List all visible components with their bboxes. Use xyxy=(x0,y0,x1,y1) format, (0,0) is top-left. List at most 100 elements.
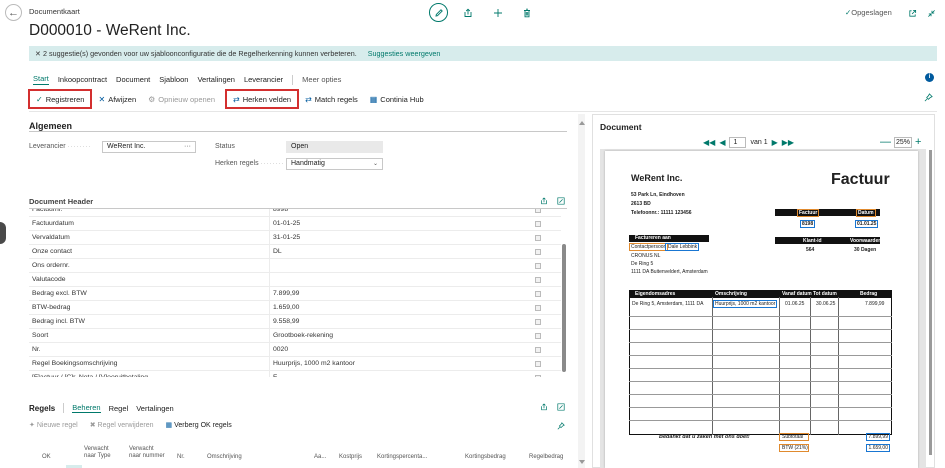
field-checkbox[interactable] xyxy=(535,249,541,255)
share-icon[interactable] xyxy=(540,197,548,205)
column-description[interactable]: Omschrijving xyxy=(207,454,242,460)
field-checkbox[interactable] xyxy=(535,333,541,339)
document-header-field-value[interactable]: 1.659,00 xyxy=(273,301,299,315)
show-suggestions-link[interactable]: Suggesties weergeven xyxy=(368,49,441,58)
share-button[interactable] xyxy=(462,5,474,21)
recognize-fields-button[interactable]: ⇄ Herken velden xyxy=(225,89,300,109)
reopen-button[interactable]: ⚙ Opnieuw openen xyxy=(142,89,221,109)
document-scrollbar[interactable] xyxy=(929,150,932,455)
document-header-field-value[interactable]: 31-01-25 xyxy=(273,231,300,245)
previous-page-icon[interactable]: ◀ xyxy=(719,138,725,147)
register-button[interactable]: ✓ Registreren xyxy=(28,89,93,109)
zoom-level[interactable]: 25% xyxy=(894,136,912,148)
field-checkbox[interactable] xyxy=(535,221,541,227)
lines-pin-icon[interactable] xyxy=(557,422,565,430)
document-header-row: Regel Boekingsomschrijving Huurprijs, 100… xyxy=(29,357,561,371)
vendor-field[interactable]: WeRent Inc. ··· xyxy=(102,141,196,153)
document-header-field-value[interactable]: DL xyxy=(273,245,282,259)
general-section-title[interactable]: Algemeen xyxy=(29,121,72,131)
field-checkbox[interactable] xyxy=(535,305,541,311)
info-icon[interactable]: i xyxy=(925,73,934,82)
field-checkbox[interactable] xyxy=(535,235,541,241)
zoom-in-icon[interactable]: + xyxy=(915,136,921,148)
tab-leverancier[interactable]: Leverancier xyxy=(244,75,283,84)
first-page-icon[interactable]: ◀◀ xyxy=(703,138,715,147)
last-page-icon[interactable]: ▶▶ xyxy=(782,138,794,147)
continia-hub-button[interactable]: ▦ Continia Hub xyxy=(364,89,430,109)
delete-line-button[interactable]: ✖ Regel verwijderen xyxy=(90,421,154,429)
open-new-window-button[interactable] xyxy=(906,5,918,21)
lines-share-icon[interactable] xyxy=(540,403,548,411)
side-panel-handle[interactable] xyxy=(0,222,6,244)
column-line-amount[interactable]: Regelbedrag xyxy=(529,454,563,460)
column-expected-type[interactable]: Verwacht naar Type xyxy=(84,446,122,460)
breadcrumb: Documentkaart xyxy=(29,7,80,16)
document-header-field-value[interactable]: Grootboek-rekening xyxy=(273,329,333,343)
zoom-out-icon[interactable]: — xyxy=(880,136,891,148)
match-lines-button[interactable]: ⇄ Match regels xyxy=(299,89,364,109)
tab-inkoopcontract[interactable]: Inkoopcontract xyxy=(58,75,107,84)
new-button[interactable] xyxy=(492,5,504,21)
page-input[interactable]: 1 xyxy=(729,137,747,148)
field-checkbox[interactable] xyxy=(535,263,541,269)
back-button[interactable]: ← xyxy=(5,4,22,21)
tab-document[interactable]: Document xyxy=(116,75,150,84)
document-header-field-label: Bedrag excl. BTW xyxy=(32,290,87,297)
document-header-row: Vervaldatum 31-01-25 xyxy=(29,231,561,245)
document-header-field-value[interactable]: 8998 xyxy=(273,209,288,217)
invoice-heading: Factuur xyxy=(831,171,890,188)
document-header-scrollbar[interactable] xyxy=(562,244,566,372)
document-header-field-value[interactable]: 7.899,99 xyxy=(273,287,299,301)
edit-button[interactable] xyxy=(429,3,448,22)
invoice-customer-line3: 1111 DA Buitenveldert, Amsterdam xyxy=(631,269,708,275)
expand-icon[interactable] xyxy=(557,197,565,205)
trash-icon xyxy=(524,8,530,18)
field-checkbox[interactable] xyxy=(535,291,541,297)
open-new-window-icon xyxy=(908,9,916,17)
document-header-row: Valutacode xyxy=(29,273,561,287)
field-checkbox[interactable] xyxy=(535,347,541,353)
field-checkbox[interactable] xyxy=(535,375,541,377)
lines-tab-translations[interactable]: Vertalingen xyxy=(136,404,174,413)
document-header-row: Soort Grootboek-rekening xyxy=(29,329,561,343)
column-discount-amount[interactable]: Kortingsbedrag xyxy=(465,454,506,460)
lookup-icon[interactable]: ··· xyxy=(184,142,191,152)
field-checkbox[interactable] xyxy=(535,209,541,213)
tab-vertalingen[interactable]: Vertalingen xyxy=(197,75,235,84)
column-quantity[interactable]: Aa... xyxy=(314,454,326,460)
tab-sjabloon[interactable]: Sjabloon xyxy=(159,75,188,84)
column-nr[interactable]: Nr. xyxy=(177,454,185,460)
pin-icon[interactable] xyxy=(924,93,933,102)
pane-splitter[interactable] xyxy=(578,114,585,468)
collapse-button[interactable] xyxy=(925,5,937,21)
field-checkbox[interactable] xyxy=(535,319,541,325)
document-header-field-value[interactable]: 9.558,99 xyxy=(273,315,299,329)
lines-expand-icon[interactable] xyxy=(557,403,565,411)
register-label: Registreren xyxy=(45,94,85,104)
field-checkbox[interactable] xyxy=(535,361,541,367)
column-discount-percent[interactable]: Kortingspercenta... xyxy=(377,454,427,460)
close-notification-icon[interactable]: ✕ xyxy=(35,49,41,58)
column-ok[interactable]: OK xyxy=(42,454,51,460)
document-header-field-value[interactable]: 01-01-25 xyxy=(273,217,300,231)
invoice-thanks: Bedankt dat u zaken met ons doet! xyxy=(659,434,750,440)
document-header-field-value[interactable]: Huurprijs, 1000 m2 kantoor xyxy=(273,357,355,371)
lines-tab-manage[interactable]: Beheren xyxy=(72,403,101,413)
tab-more-options[interactable]: Meer opties xyxy=(302,75,341,84)
lines-tab-line[interactable]: Regel xyxy=(109,404,129,413)
tab-start[interactable]: Start xyxy=(33,74,49,85)
delete-button[interactable] xyxy=(521,5,533,21)
check-icon: ✓ xyxy=(36,94,43,104)
invoice-row-to: 30.06.25 xyxy=(816,301,836,307)
document-header-field-value[interactable]: F xyxy=(273,371,277,377)
continia-hub-label: Continia Hub xyxy=(380,94,424,104)
column-expected-number[interactable]: Verwacht naar nummer xyxy=(129,446,165,460)
new-line-button[interactable]: ✦ Nieuwe regel xyxy=(29,421,78,429)
next-page-icon[interactable]: ▶ xyxy=(772,138,778,147)
hide-ok-lines-button[interactable]: ▦ Verberg OK regels xyxy=(166,421,232,429)
recognize-lines-select[interactable]: Handmatig ⌄ xyxy=(286,158,383,170)
field-checkbox[interactable] xyxy=(535,277,541,283)
document-header-field-value[interactable]: 0020 xyxy=(273,343,288,357)
column-cost[interactable]: Kostprijs xyxy=(339,454,362,460)
reject-button[interactable]: ✕ Afwijzen xyxy=(92,89,142,109)
